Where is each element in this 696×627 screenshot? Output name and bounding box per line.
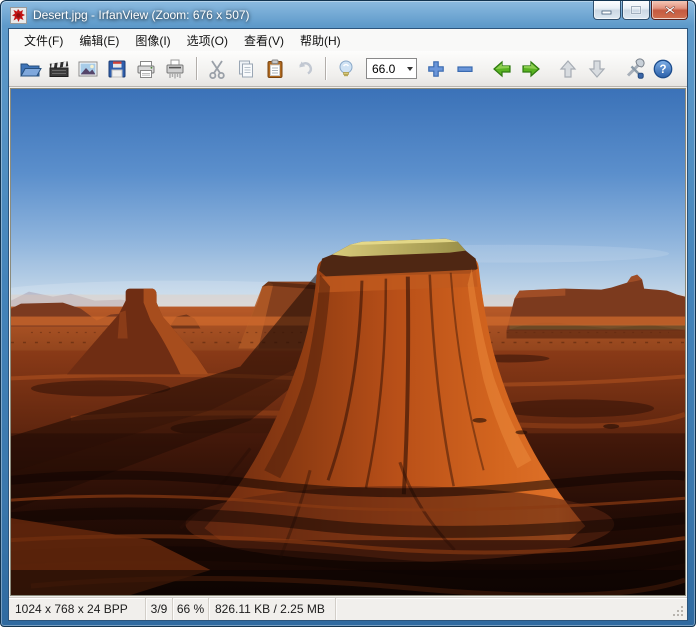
open-button[interactable] bbox=[16, 55, 44, 83]
restore-button[interactable] bbox=[622, 1, 650, 20]
undo-icon bbox=[292, 57, 316, 81]
previous-image-button[interactable] bbox=[488, 55, 516, 83]
restore-icon bbox=[630, 5, 642, 15]
svg-text:?: ? bbox=[659, 64, 666, 76]
minimize-icon bbox=[601, 6, 613, 15]
image-canvas[interactable] bbox=[10, 88, 686, 596]
menu-view[interactable]: 查看(V) bbox=[236, 29, 292, 52]
help-icon: ? bbox=[651, 57, 675, 81]
hint-bulb-icon bbox=[334, 57, 358, 81]
status-empty-panel bbox=[336, 598, 687, 620]
undo-button[interactable] bbox=[290, 55, 318, 83]
properties-button[interactable] bbox=[620, 55, 648, 83]
next-image-icon bbox=[519, 57, 543, 81]
status-image-dimensions: 1024 x 768 x 24 BPP bbox=[9, 598, 146, 620]
properties-tools-icon bbox=[622, 57, 646, 81]
status-image-index: 3/9 bbox=[146, 598, 173, 620]
open-folder-icon bbox=[18, 57, 42, 81]
thumbnails-icon bbox=[76, 57, 100, 81]
menu-options[interactable]: 选项(O) bbox=[179, 29, 236, 52]
zoom-combobox[interactable]: 66.0 bbox=[366, 58, 417, 79]
toolbar: 66.0 bbox=[9, 51, 687, 87]
menu-file[interactable]: 文件(F) bbox=[16, 29, 71, 52]
zoom-in-icon bbox=[424, 57, 448, 81]
menubar: 文件(F) 编辑(E) 图像(I) 选项(O) 查看(V) 帮助(H) bbox=[9, 29, 687, 51]
delete-button[interactable] bbox=[161, 55, 189, 83]
chevron-down-icon bbox=[407, 67, 413, 71]
toolbar-separator bbox=[196, 57, 197, 80]
thumbnails-button[interactable] bbox=[74, 55, 102, 83]
delete-shredder-icon bbox=[163, 57, 187, 81]
zoom-value: 66.0 bbox=[367, 62, 403, 76]
cut-button[interactable] bbox=[203, 55, 231, 83]
page-up-icon bbox=[556, 57, 580, 81]
slideshow-icon bbox=[47, 57, 71, 81]
desert-photo bbox=[11, 89, 685, 595]
zoom-out-button[interactable] bbox=[451, 55, 479, 83]
page-up-button[interactable] bbox=[554, 55, 582, 83]
menu-edit[interactable]: 编辑(E) bbox=[71, 29, 127, 52]
close-icon bbox=[664, 5, 676, 15]
next-image-button[interactable] bbox=[517, 55, 545, 83]
zoom-dropdown-button[interactable] bbox=[403, 59, 416, 78]
page-down-icon bbox=[585, 57, 609, 81]
copy-icon bbox=[234, 57, 258, 81]
zoom-in-button[interactable] bbox=[422, 55, 450, 83]
paste-icon bbox=[263, 57, 287, 81]
print-button[interactable] bbox=[132, 55, 160, 83]
irfanview-window: Desert.jpg - IrfanView (Zoom: 676 x 507)… bbox=[0, 0, 696, 627]
help-button[interactable]: ? bbox=[649, 55, 677, 83]
cut-icon bbox=[205, 57, 229, 81]
slideshow-button[interactable] bbox=[45, 55, 73, 83]
toolbar-separator bbox=[325, 57, 326, 80]
close-button[interactable] bbox=[651, 1, 688, 20]
menu-help[interactable]: 帮助(H) bbox=[292, 29, 349, 52]
previous-image-icon bbox=[490, 57, 514, 81]
save-button[interactable] bbox=[103, 55, 131, 83]
save-icon bbox=[105, 57, 129, 81]
page-down-button[interactable] bbox=[583, 55, 611, 83]
resize-grip[interactable] bbox=[673, 606, 685, 618]
client-area: 文件(F) 编辑(E) 图像(I) 选项(O) 查看(V) 帮助(H) bbox=[9, 29, 687, 620]
status-zoom-percent: 66 % bbox=[173, 598, 209, 620]
zoom-out-icon bbox=[453, 57, 477, 81]
paste-button[interactable] bbox=[261, 55, 289, 83]
copy-button[interactable] bbox=[232, 55, 260, 83]
titlebar[interactable]: Desert.jpg - IrfanView (Zoom: 676 x 507) bbox=[1, 1, 695, 29]
status-file-size: 826.11 KB / 2.25 MB bbox=[209, 598, 336, 620]
window-controls bbox=[592, 1, 688, 20]
print-icon bbox=[134, 57, 158, 81]
irfanview-logo-icon bbox=[10, 7, 27, 24]
minimize-button[interactable] bbox=[593, 1, 621, 20]
statusbar: 1024 x 768 x 24 BPP 3/9 66 % 826.11 KB /… bbox=[9, 597, 687, 620]
menu-image[interactable]: 图像(I) bbox=[127, 29, 178, 52]
window-title: Desert.jpg - IrfanView (Zoom: 676 x 507) bbox=[33, 8, 250, 22]
hint-button[interactable] bbox=[332, 55, 360, 83]
